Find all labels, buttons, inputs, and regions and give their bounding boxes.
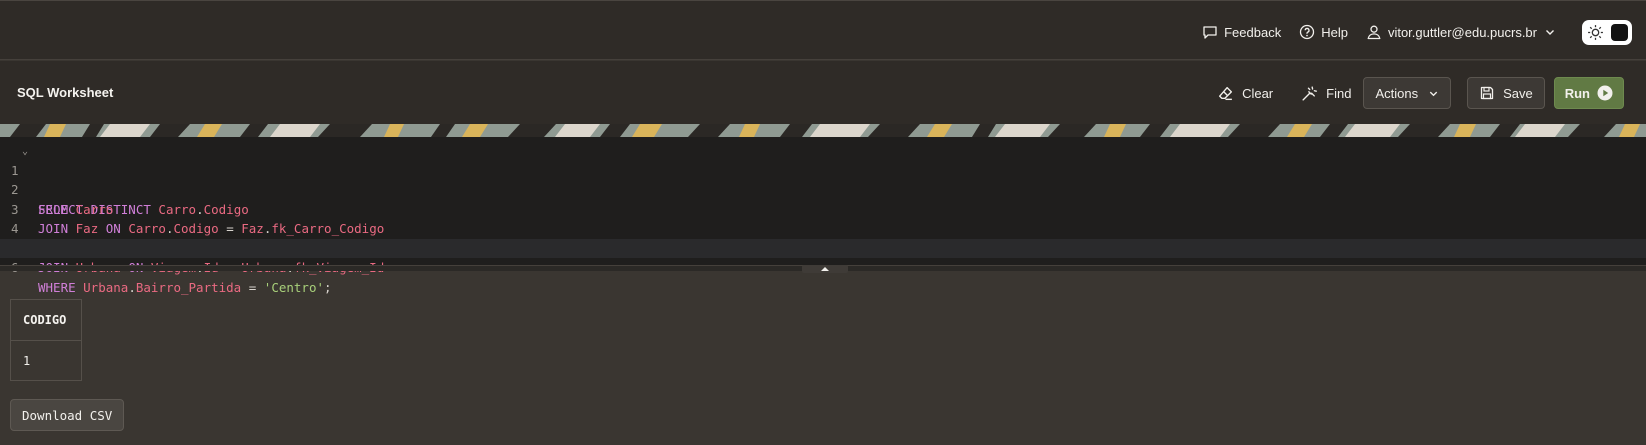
worksheet-toolbar: Clear Find Actions Save Run: [1209, 77, 1624, 109]
feedback-icon: [1203, 26, 1217, 39]
code-text: WHERE Urbana.Bairro_Partida = 'Centro';: [38, 279, 332, 295]
eraser-icon: [1219, 86, 1233, 100]
collapse-handle[interactable]: [802, 265, 848, 273]
decorative-banner: [0, 124, 1646, 137]
chevron-down-icon: [1429, 91, 1438, 96]
save-icon: [1480, 86, 1494, 100]
decorative-pattern: [0, 124, 1646, 137]
theme-toggle[interactable]: [1582, 19, 1632, 45]
chevron-down-icon: [1546, 30, 1554, 35]
feedback-label: Feedback: [1224, 24, 1282, 40]
actions-label: Actions: [1375, 85, 1419, 101]
run-label: Run: [1564, 85, 1590, 101]
find-button[interactable]: Find: [1293, 77, 1359, 109]
code-line-2[interactable]: 2 FROM Carro: [0, 161, 1646, 217]
code-line-4[interactable]: 4 JOIN Viagem ON Faz.fk_Viagem_Id = Viag…: [0, 200, 1646, 256]
sun-icon: [1588, 24, 1603, 40]
sql-editor[interactable]: 1 ⌄ SELECT DISTINCT Carro.Codigo 2 FROM …: [0, 137, 1646, 295]
top-actions: Feedback Help vitor.guttler@edu.pucrs.br: [1184, 18, 1632, 46]
table-header-row: CODIGO: [10, 299, 82, 341]
theme-toggle-knob: [1611, 23, 1628, 41]
save-button[interactable]: Save: [1467, 77, 1545, 109]
code-line-1[interactable]: 1 ⌄ SELECT DISTINCT Carro.Codigo: [0, 141, 1646, 217]
caret-up-icon: [821, 267, 829, 271]
page-title: SQL Worksheet: [17, 85, 114, 100]
download-csv-button[interactable]: Download CSV: [10, 399, 125, 431]
feedback-link[interactable]: Feedback: [1202, 24, 1281, 40]
help-link[interactable]: Help: [1299, 24, 1348, 40]
user-email: vitor.guttler@edu.pucrs.br: [1387, 24, 1537, 40]
find-icon: [1302, 85, 1318, 101]
top-header: Feedback Help vitor.guttler@edu.pucrs.br: [0, 0, 1646, 60]
help-icon: [1300, 24, 1315, 40]
user-icon: [1367, 25, 1381, 40]
run-button[interactable]: Run: [1553, 77, 1624, 109]
play-icon: [1597, 85, 1613, 101]
save-label: Save: [1503, 85, 1533, 101]
fold-chevron-icon[interactable]: ⌄: [22, 142, 28, 162]
clear-label: Clear: [1242, 85, 1274, 101]
user-menu[interactable]: vitor.guttler@edu.pucrs.br: [1366, 24, 1556, 40]
help-label: Help: [1321, 24, 1348, 40]
clear-button[interactable]: Clear: [1209, 77, 1281, 109]
table-cell: 1: [23, 353, 31, 368]
table-row: 1: [11, 341, 82, 381]
find-label: Find: [1326, 85, 1352, 101]
actions-menu-button[interactable]: Actions: [1363, 77, 1452, 109]
results-table: CODIGO 1: [10, 299, 82, 381]
code-line-3[interactable]: 3 JOIN Faz ON Carro.Codigo = Faz.fk_Carr…: [0, 180, 1646, 237]
worksheet-header: SQL Worksheet Clear Find Actions Save Ru…: [0, 61, 1646, 124]
code-line-5[interactable]: 5 JOIN Urbana ON Viagem.Id = Urbana.fk_V…: [0, 219, 1646, 276]
column-header-codigo[interactable]: CODIGO: [10, 299, 82, 341]
code-line-6[interactable]: 6 WHERE Urbana.Bairro_Partida = 'Centro'…: [0, 238, 1646, 295]
